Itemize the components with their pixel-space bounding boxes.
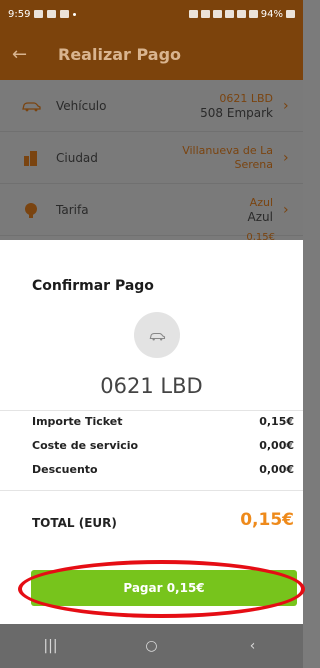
app-notification-icon: [47, 10, 57, 18]
summary-amount: 0,00€: [259, 463, 294, 476]
app-header: ← Realizar Pago: [0, 28, 303, 80]
summary-amount: 0,00€: [259, 439, 294, 452]
total-label: TOTAL (EUR): [32, 516, 117, 530]
system-nav-bar: ||| ○ ‹: [0, 624, 303, 668]
car-icon: [148, 326, 166, 345]
list-item-tariff[interactable]: Tarifa Azul Azul ›: [0, 184, 303, 236]
status-time: 9:59: [8, 8, 31, 20]
gallery-notification-icon: [34, 10, 44, 18]
row-value: Azul Azul: [248, 196, 273, 224]
summary-label: Descuento: [32, 463, 98, 476]
alarm-icon: [200, 10, 210, 18]
confirm-payment-sheet: Confirmar Pago 0621 LBD Importe Ticket 0…: [0, 240, 305, 624]
chevron-right-icon: ›: [283, 149, 289, 166]
row-value-primary: Azul: [249, 195, 273, 209]
row-label: Tarifa: [56, 202, 89, 217]
bluetooth-icon: [212, 10, 222, 18]
divider: [0, 410, 303, 411]
summary-row-ticket: Importe Ticket 0,15€: [32, 415, 294, 428]
row-value-primary: Villanueva de La: [182, 143, 273, 157]
row-value: 0621 LBD 508 Empark: [200, 92, 273, 120]
row-value: Villanueva de La Serena: [182, 144, 273, 172]
summary-label: Importe Ticket: [32, 415, 123, 428]
sheet-title: Confirmar Pago: [32, 278, 154, 294]
summary-amount: 0,15€: [259, 415, 294, 428]
row-value-secondary: Azul: [247, 209, 273, 224]
license-plate: 0621 LBD: [100, 374, 203, 398]
page-title: Realizar Pago: [58, 44, 182, 64]
recent-apps-icon[interactable]: |||: [21, 638, 81, 654]
wifi-icon: [236, 10, 246, 18]
tariff-icon: [20, 201, 42, 219]
more-notifications-dot-icon: [73, 12, 77, 16]
message-notification-icon: [60, 10, 70, 18]
list-item-city[interactable]: Ciudad Villanueva de La Serena ›: [0, 132, 303, 184]
signal-icon: [248, 10, 258, 18]
mute-icon: [224, 10, 234, 18]
row-label: Vehículo: [56, 98, 107, 113]
row-value-secondary: 508 Empark: [200, 105, 273, 120]
payment-details-list: Vehículo 0621 LBD 508 Empark › Ciudad Vi…: [0, 80, 303, 240]
city-icon: [20, 149, 42, 167]
home-icon[interactable]: ○: [122, 638, 182, 654]
car-icon: [20, 97, 42, 115]
chevron-right-icon: ›: [283, 201, 289, 218]
row-value-secondary: Serena: [234, 157, 273, 171]
status-left: 9:59: [8, 8, 77, 20]
pay-button[interactable]: Pagar 0,15€: [31, 570, 297, 606]
battery-icon: [286, 10, 295, 18]
total-amount: 0,15€: [240, 510, 294, 530]
divider: [0, 490, 303, 491]
vehicle-avatar: [134, 312, 180, 358]
summary-label: Coste de servicio: [32, 439, 139, 452]
battery-percent: 94%: [260, 8, 283, 20]
status-bar: 9:59 94%: [0, 0, 303, 28]
chevron-right-icon: ›: [283, 97, 289, 114]
row-label: Ciudad: [56, 150, 98, 165]
status-right: 94%: [188, 8, 295, 20]
summary-row-service: Coste de servicio 0,00€: [32, 439, 294, 452]
row-value-primary: 0621 LBD: [219, 91, 273, 105]
arrow-left-icon[interactable]: ←: [12, 44, 40, 65]
list-item-vehicle[interactable]: Vehículo 0621 LBD 508 Empark ›: [0, 80, 303, 132]
back-icon[interactable]: ‹: [223, 638, 283, 654]
summary-row-discount: Descuento 0,00€: [32, 463, 294, 476]
nfc-icon: [188, 10, 198, 18]
